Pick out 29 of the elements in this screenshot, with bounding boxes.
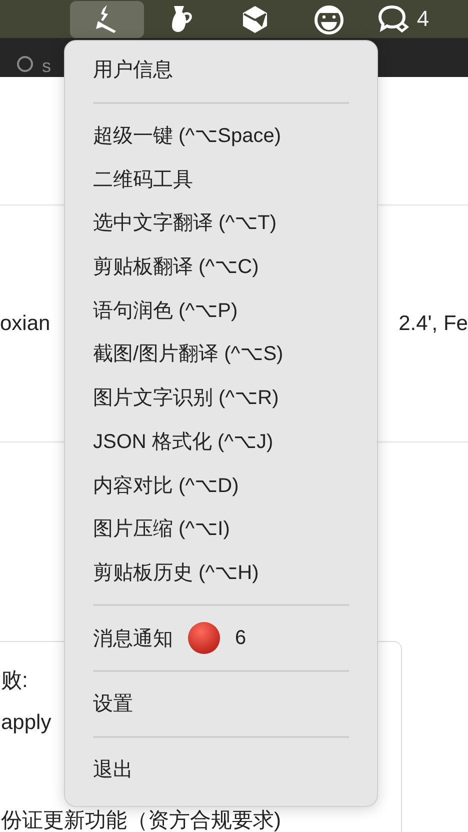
- menu-item[interactable]: 退出: [93, 748, 349, 792]
- search-icon: [16, 55, 34, 75]
- menu-item[interactable]: 消息通知: [93, 624, 173, 652]
- notification-count: 6: [235, 626, 246, 650]
- status-dot-icon: [187, 621, 221, 656]
- menu-item[interactable]: 图片压缩 (^⌥I): [93, 506, 349, 551]
- body-text: 2.4', Fe: [398, 312, 468, 336]
- menu-item[interactable]: 用户信息: [93, 48, 349, 92]
- menu-item[interactable]: 二维码工具: [93, 157, 349, 202]
- cube-icon: [241, 5, 269, 33]
- menu-item[interactable]: 选中文字翻译 (^⌥T): [93, 201, 349, 245]
- card-text: apply: [0, 710, 52, 736]
- menu-item[interactable]: 设置: [93, 682, 349, 726]
- menu-item[interactable]: 截图/图片翻译 (^⌥S): [93, 332, 349, 376]
- card-text: 败:: [0, 668, 29, 694]
- menu-bar-icon[interactable]: [70, 0, 144, 38]
- search-text: s: [42, 55, 51, 77]
- smiling-face-icon: [313, 3, 345, 35]
- menu-item[interactable]: JSON 格式化 (^⌥J): [93, 420, 349, 464]
- chat-count: 4: [416, 6, 430, 32]
- menu-item[interactable]: 语句润色 (^⌥P): [93, 288, 349, 332]
- body-text: oxian: [0, 312, 50, 336]
- menu-item[interactable]: 图片文字识别 (^⌥R): [93, 376, 349, 420]
- menu-bar-icon[interactable]: 4: [366, 0, 440, 38]
- card-text: 份证更新功能（资方合规要求): [0, 808, 282, 832]
- menu-item[interactable]: 内容对比 (^⌥D): [93, 463, 349, 507]
- menu-item[interactable]: 剪贴板翻译 (^⌥C): [93, 244, 349, 288]
- menu-item[interactable]: 剪贴板历史 (^⌥H): [93, 550, 349, 594]
- menu-item[interactable]: 超级一键 (^⌥Space): [93, 114, 349, 158]
